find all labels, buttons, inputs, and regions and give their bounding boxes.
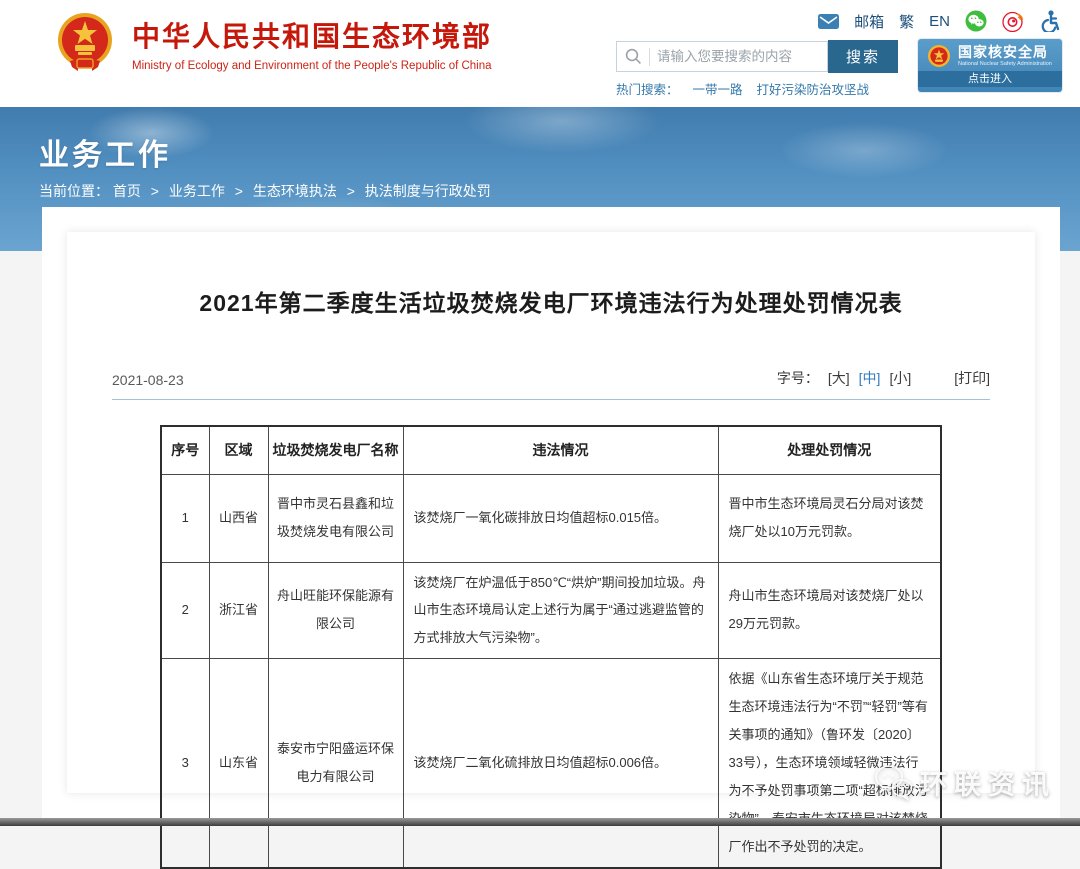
nnsa-banner-button[interactable]: 国家核安全局 National Nuclear Safety Administr… xyxy=(918,39,1062,92)
column-header-region: 区域 xyxy=(209,426,268,474)
breadcrumb-item-home[interactable]: 首页 xyxy=(113,183,141,199)
breadcrumb-separator: > xyxy=(347,183,355,199)
site-header: 中华人民共和国生态环境部 Ministry of Ecology and Env… xyxy=(0,0,1080,107)
meta-divider xyxy=(112,399,990,400)
mail-link[interactable]: 邮箱 xyxy=(854,11,884,32)
site-logo[interactable]: 中华人民共和国生态环境部 Ministry of Ecology and Env… xyxy=(52,9,492,77)
content-container: 2021年第二季度生活垃圾焚烧发电厂环境违法行为处理处罚情况表 2021-08-… xyxy=(42,207,1060,818)
font-size-medium-button[interactable]: [中] xyxy=(859,368,881,388)
font-size-label: 字号： xyxy=(777,368,819,388)
table-row: 2 浙江省 舟山旺能环保能源有限公司 该焚烧厂在炉温低于850℃“烘炉”期间投加… xyxy=(161,562,941,659)
nnsa-enter-button[interactable]: 点击进入 xyxy=(918,71,1062,87)
publish-date: 2021-08-23 xyxy=(112,372,184,388)
site-title-block: 中华人民共和国生态环境部 Ministry of Ecology and Env… xyxy=(132,15,492,72)
breadcrumb-item-penalty[interactable]: 执法制度与行政处罚 xyxy=(365,183,491,199)
column-header-index: 序号 xyxy=(161,426,209,474)
weibo-icon[interactable] xyxy=(1002,10,1025,32)
accessibility-icon[interactable] xyxy=(1040,10,1060,32)
footer-top-bar xyxy=(0,818,1080,826)
search-icon xyxy=(625,48,642,65)
cell-violation: 该焚烧厂二氧化硫排放日均值超标0.006倍。 xyxy=(403,659,718,868)
breadcrumb-item-enforcement[interactable]: 生态环境执法 xyxy=(253,183,337,199)
column-header-violation: 违法情况 xyxy=(403,426,718,474)
hot-search-link-2[interactable]: 打好污染防治攻坚战 xyxy=(757,79,870,98)
cell-punishment: 晋中市生态环境局灵石分局对该焚烧厂处以10万元罚款。 xyxy=(718,474,941,562)
site-subtitle: Ministry of Ecology and Environment of t… xyxy=(132,60,492,72)
nnsa-subtitle: National Nuclear Safety Administration xyxy=(958,61,1052,67)
cell-index: 2 xyxy=(161,562,209,659)
breadcrumb-separator: > xyxy=(235,183,243,199)
cell-region: 山西省 xyxy=(209,474,268,562)
article-meta-row: 2021-08-23 字号： [大] [中] [小] [打印] xyxy=(112,368,990,388)
hot-search-link-1[interactable]: 一带一路 xyxy=(693,79,743,98)
font-size-large-button[interactable]: [大] xyxy=(828,368,850,388)
cell-region: 浙江省 xyxy=(209,562,268,659)
cell-punishment: 舟山市生态环境局对该焚烧厂处以29万元罚款。 xyxy=(718,562,941,659)
search-area: 搜索 xyxy=(616,40,898,73)
english-link[interactable]: EN xyxy=(929,13,950,30)
cell-region: 山东省 xyxy=(209,659,268,868)
page-title: 业务工作 xyxy=(39,130,171,174)
breadcrumb-separator: > xyxy=(151,183,159,199)
cell-plant: 晋中市灵石县鑫和垃圾焚烧发电有限公司 xyxy=(268,474,403,562)
wechat-icon[interactable] xyxy=(965,10,987,32)
utility-bar: 邮箱 繁 EN xyxy=(818,10,1060,32)
search-box[interactable] xyxy=(616,41,828,72)
nnsa-top: 国家核安全局 National Nuclear Safety Administr… xyxy=(918,39,1062,71)
hot-search-label: 热门搜索： xyxy=(616,79,679,98)
hot-search-row: 热门搜索： 一带一路 打好污染防治攻坚战 xyxy=(616,79,869,98)
cell-violation: 该焚烧厂在炉温低于850℃“烘炉”期间投加垃圾。舟山市生态环境局认定上述行为属于… xyxy=(403,562,718,659)
search-divider xyxy=(649,48,650,66)
column-header-plant: 垃圾焚烧发电厂名称 xyxy=(268,426,403,474)
article-card: 2021年第二季度生活垃圾焚烧发电厂环境违法行为处理处罚情况表 2021-08-… xyxy=(67,232,1035,793)
search-button[interactable]: 搜索 xyxy=(828,40,898,73)
cell-punishment: 依据《山东省生态环境厅关于规范生态环境违法行为“不罚”“轻罚”等有关事项的通知》… xyxy=(718,659,941,868)
mail-icon[interactable] xyxy=(818,14,839,29)
cell-index: 3 xyxy=(161,659,209,868)
breadcrumb-label: 当前位置： xyxy=(39,183,109,199)
column-header-punishment: 处理处罚情况 xyxy=(718,426,941,474)
article-tools: 字号： [大] [中] [小] [打印] xyxy=(777,368,990,388)
font-size-small-button[interactable]: [小] xyxy=(889,368,911,388)
breadcrumb-item-business[interactable]: 业务工作 xyxy=(169,183,225,199)
nnsa-title: 国家核安全局 xyxy=(958,45,1052,60)
cell-index: 1 xyxy=(161,474,209,562)
nnsa-emblem-icon xyxy=(926,43,952,69)
print-button[interactable]: [打印] xyxy=(954,368,990,388)
national-emblem-icon xyxy=(52,9,118,77)
table-row: 1 山西省 晋中市灵石县鑫和垃圾焚烧发电有限公司 该焚烧厂一氧化碳排放日均值超标… xyxy=(161,474,941,562)
traditional-chinese-link[interactable]: 繁 xyxy=(899,11,914,32)
cell-violation: 该焚烧厂一氧化碳排放日均值超标0.015倍。 xyxy=(403,474,718,562)
search-input[interactable] xyxy=(657,49,807,64)
penalty-table: 序号 区域 垃圾焚烧发电厂名称 违法情况 处理处罚情况 1 山西省 晋中市灵石县… xyxy=(160,425,942,869)
cell-plant: 舟山旺能环保能源有限公司 xyxy=(268,562,403,659)
table-row: 3 山东省 泰安市宁阳盛运环保电力有限公司 该焚烧厂二氧化硫排放日均值超标0.0… xyxy=(161,659,941,868)
breadcrumb: 当前位置： 首页 > 业务工作 > 生态环境执法 > 执法制度与行政处罚 xyxy=(39,181,491,201)
table-header-row: 序号 区域 垃圾焚烧发电厂名称 违法情况 处理处罚情况 xyxy=(161,426,941,474)
site-title: 中华人民共和国生态环境部 xyxy=(132,15,492,55)
article-title: 2021年第二季度生活垃圾焚烧发电厂环境违法行为处理处罚情况表 xyxy=(112,232,990,318)
nnsa-text-block: 国家核安全局 National Nuclear Safety Administr… xyxy=(958,45,1052,66)
cell-plant: 泰安市宁阳盛运环保电力有限公司 xyxy=(268,659,403,868)
